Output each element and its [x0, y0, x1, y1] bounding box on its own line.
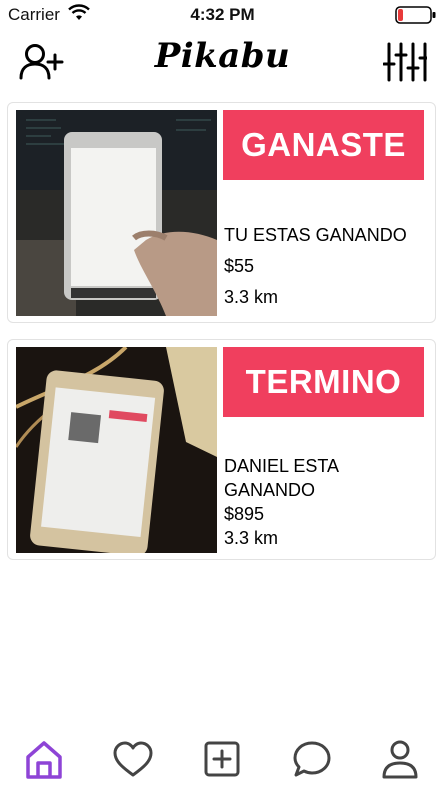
- item-info: DANIEL ESTA GANANDO $895 3.3 km: [224, 454, 429, 550]
- nav-bar: Pikabu: [0, 30, 445, 92]
- home-icon[interactable]: [24, 739, 64, 781]
- item-description: TU ESTAS GANANDO: [224, 225, 407, 245]
- app-logo: Pikabu: [154, 36, 291, 76]
- sliders-icon[interactable]: [383, 42, 427, 82]
- list-item[interactable]: TERMINO DANIEL ESTA GANANDO $895 3.3 km: [7, 339, 436, 560]
- chat-icon[interactable]: [292, 739, 332, 781]
- heart-icon[interactable]: [112, 739, 154, 781]
- item-photo: [16, 110, 217, 316]
- status-bar: Carrier 4:32 PM: [0, 0, 445, 30]
- item-info: TU ESTAS GANANDO $55 3.3 km: [224, 223, 429, 316]
- status-badge: GANASTE: [223, 110, 424, 180]
- status-badge: TERMINO: [223, 347, 424, 417]
- item-distance: 3.3 km: [224, 287, 279, 307]
- item-description: DANIEL ESTA GANANDO: [224, 456, 339, 500]
- item-price: $895: [224, 504, 265, 524]
- battery-icon: [395, 6, 436, 24]
- tab-bar: [0, 735, 445, 785]
- item-price: $55: [224, 256, 255, 276]
- status-time: 4:32 PM: [190, 5, 255, 24]
- list-item[interactable]: GANASTE TU ESTAS GANANDO $55 3.3 km: [7, 102, 436, 323]
- item-photo: [16, 347, 217, 553]
- profile-icon[interactable]: [381, 739, 419, 781]
- item-distance: 3.3 km: [224, 528, 279, 548]
- add-post-icon[interactable]: [203, 739, 241, 781]
